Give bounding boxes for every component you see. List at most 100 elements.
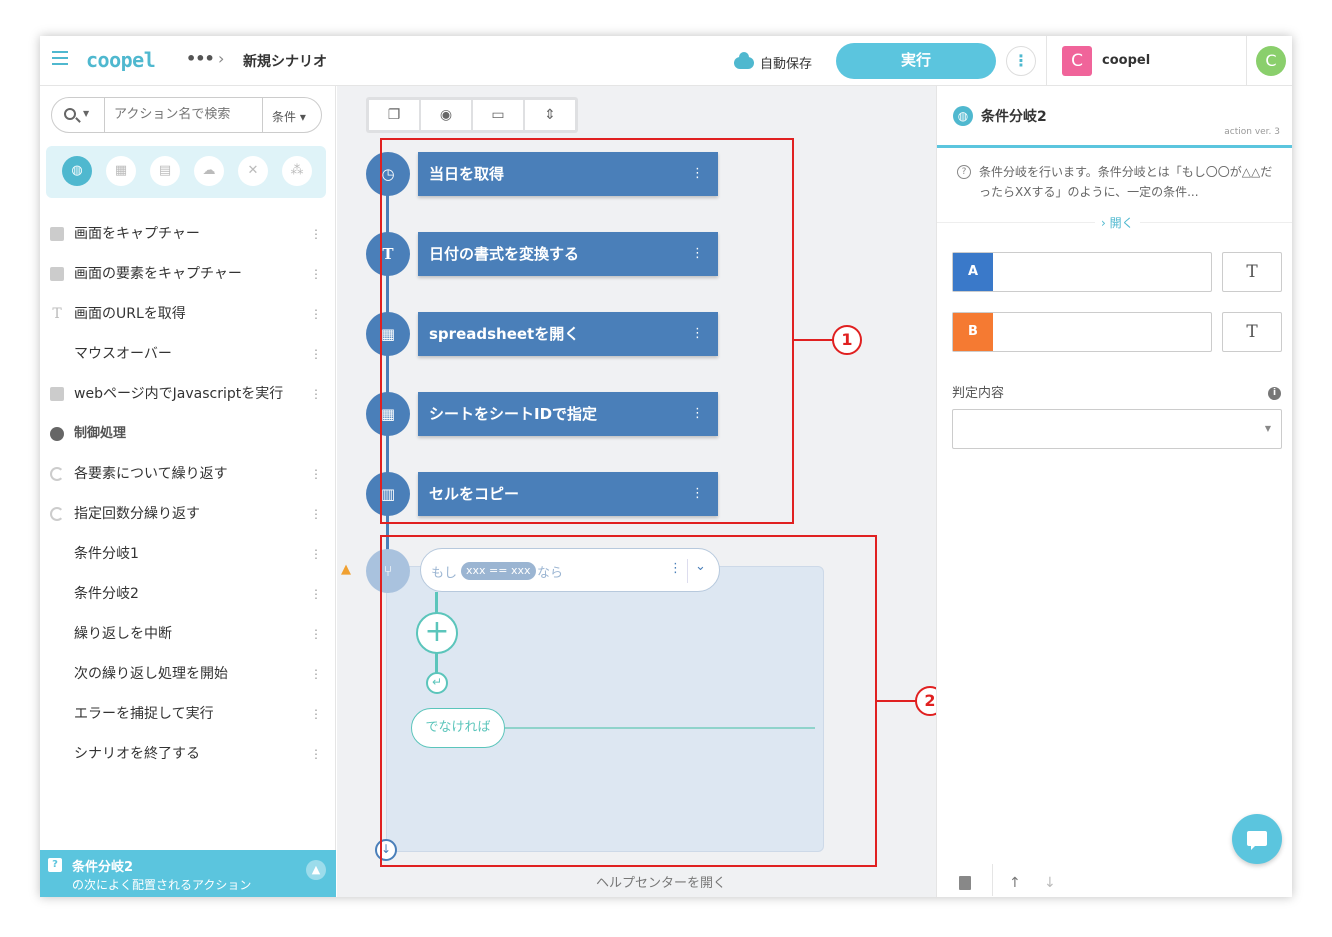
list-item[interactable]: マウスオーバー ⋮ [40,334,336,374]
list-item[interactable]: 画面をキャプチャー ⋮ [40,214,336,254]
suggestion-subtitle: の次によく配置されるアクション [72,878,252,892]
annotation-line [794,339,836,341]
loop-icon [50,507,64,521]
more-options-icon[interactable]: ⋮ [1006,46,1036,76]
image-icon [50,227,64,241]
copy-icon[interactable]: ❐ [369,100,419,130]
kebab-icon[interactable]: ⋮ [310,574,322,614]
kebab-icon[interactable]: ⋮ [310,374,322,414]
category-web-icon[interactable]: ◍ [62,156,92,186]
globe-icon: ◍ [953,106,973,126]
move-down-icon[interactable]: ↓ [1044,875,1056,891]
list-item[interactable]: 条件分岐1 ⋮ [40,534,336,574]
property-panel: ◍ 条件分岐2 action ver. 3 ? 条件分岐を行います。条件分岐とは… [936,86,1292,897]
header-divider [1246,36,1247,86]
list-item[interactable]: シナリオを終了する ⋮ [40,734,336,774]
header: coopel ••• › 新規シナリオ 自動保存 実行 ⋮ C coopel C [40,36,1292,86]
workspace-name[interactable]: coopel [1102,53,1150,68]
list-item[interactable]: 条件分岐2 ⋮ [40,574,336,614]
kebab-icon[interactable]: ⋮ [310,734,322,774]
kebab-icon[interactable]: ⋮ [310,254,322,294]
run-button[interactable]: 実行 [836,43,996,79]
operand-b-field[interactable]: B [952,312,1212,352]
cloud-upload-icon [734,51,754,69]
help-center-link[interactable]: ヘルプセンターを開く [596,872,726,891]
autosave-label: 自動保存 [760,57,813,72]
info-icon[interactable]: i [1268,387,1281,400]
list-item[interactable]: 指定回数分繰り返す ⋮ [40,494,336,534]
action-list: 画面をキャプチャー ⋮ 画面の要素をキャプチャー ⋮ T 画面のURLを取得 ⋮ マウス… [40,214,336,774]
hide-icon[interactable]: ◉ [421,100,471,130]
list-item[interactable]: 各要素について繰り返す ⋮ [40,454,336,494]
workspace-avatar[interactable]: C [1062,46,1092,76]
operand-b-label: B [953,313,993,351]
operand-a-field[interactable]: A [952,252,1212,292]
search-icon[interactable]: ▼ [64,107,89,125]
breadcrumb-more-icon[interactable]: ••• [186,49,215,68]
chat-icon[interactable] [1232,814,1282,864]
help-circle-icon: ? [957,165,971,179]
action-sidebar: ▼ 条件 ▾ ◍ ▦ ▤ ☁ ✕ ⁂ 画面をキャプチャー⋮ 画面の要素をキャプチ… [40,86,336,897]
user-avatar[interactable]: C [1256,46,1286,76]
trash-icon[interactable] [959,876,971,890]
search-divider [104,98,105,132]
kebab-icon[interactable]: ⋮ [310,454,322,494]
question-icon: ? [48,858,62,872]
header-divider [1046,36,1047,86]
kebab-icon[interactable]: ⋮ [310,494,322,534]
kebab-icon[interactable]: ⋮ [310,654,322,694]
search-input[interactable] [114,107,254,122]
list-item[interactable]: 画面の要素をキャプチャー ⋮ [40,254,336,294]
chevron-down-icon: ▼ [1264,424,1271,433]
category-cloud-icon[interactable]: ☁ [194,156,224,186]
list-item[interactable]: エラーを捕捉して実行 ⋮ [40,694,336,734]
kebab-icon[interactable]: ⋮ [310,534,322,574]
suggestion-banner[interactable]: ? 条件分岐2 の次によく配置されるアクション ▲ [40,850,336,897]
collapse-all-icon[interactable]: ⇕ [525,100,575,130]
text-icon: T [52,306,62,322]
category-file-icon[interactable]: ▤ [150,156,180,186]
kebab-icon[interactable]: ⋮ [310,294,322,334]
canvas-toolbar: ❐ ◉ ▭ ⇕ [366,97,578,133]
judge-label: 判定内容 [952,386,1005,401]
expand-description-link[interactable]: › 開く [1095,214,1140,231]
category-more-icon[interactable]: ⁂ [282,156,312,186]
autosave-status[interactable]: 自動保存 [734,51,813,72]
list-item[interactable]: webページ内でJavascriptを実行 ⋮ [40,374,336,414]
comment-icon[interactable]: ▭ [473,100,523,130]
section-header-control[interactable]: 制御処理 [40,414,336,454]
category-bar: ◍ ▦ ▤ ☁ ✕ ⁂ [46,146,326,198]
page-title[interactable]: 新規シナリオ [243,51,327,71]
search-divider [262,98,263,132]
panel-title: ◍ 条件分岐2 [953,106,1047,126]
list-item[interactable]: T 画面のURLを取得 ⋮ [40,294,336,334]
action-version: action ver. 3 [1224,127,1280,137]
annotation-line [877,700,918,702]
list-item[interactable]: 繰り返しを中断 ⋮ [40,614,336,654]
hamburger-menu-icon[interactable] [52,51,68,65]
annotation-box [380,138,794,524]
scenario-canvas: ❐ ◉ ▭ ⇕ ◷ 当日を取得 ⋮ T 日付の書式を変換する ⋮ ▦ spreads… [337,86,945,897]
category-excel-icon[interactable]: ▦ [106,156,136,186]
breadcrumb-chevron-icon: › [218,49,225,68]
list-item[interactable]: 次の繰り返し処理を開始 ⋮ [40,654,336,694]
kebab-icon[interactable]: ⋮ [310,614,322,654]
condition-filter-select[interactable]: 条件 ▾ [272,108,306,125]
script-icon [50,387,64,401]
image-icon [50,267,64,281]
kebab-icon[interactable]: ⋮ [310,694,322,734]
suggestion-title: 条件分岐2 [72,860,134,875]
loop-icon [50,467,64,481]
operand-b-type-button[interactable]: T [1222,312,1282,352]
logo[interactable]: coopel [86,48,156,72]
collapse-icon [50,427,64,441]
judge-select[interactable]: ▼ [952,409,1282,449]
category-tools-icon[interactable]: ✕ [238,156,268,186]
action-search: ▼ 条件 ▾ [51,97,322,133]
kebab-icon[interactable]: ⋮ [310,214,322,254]
kebab-icon[interactable]: ⋮ [310,334,322,374]
move-up-icon[interactable]: ↑ [1009,875,1021,891]
callout-marker: 1 [832,325,862,355]
operand-a-type-button[interactable]: T [1222,252,1282,292]
chevron-up-icon[interactable]: ▲ [306,860,326,880]
